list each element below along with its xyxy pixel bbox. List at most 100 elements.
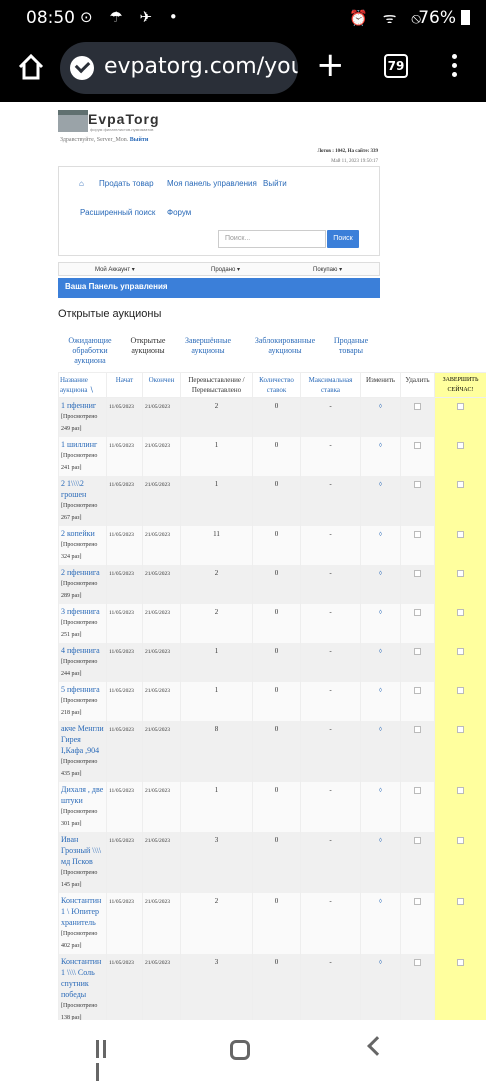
end-now-checkbox[interactable] [457, 570, 464, 577]
auction-title-link[interactable]: акче Менгли Гирея I,Кафа ,904 [61, 723, 104, 756]
subtab-pending[interactable]: Ожидающие обработки аукциона [64, 336, 116, 366]
nav-sell[interactable]: Продать товар [99, 179, 154, 188]
delete-checkbox[interactable] [414, 442, 421, 449]
delete-checkbox[interactable] [414, 481, 421, 488]
home-button-icon[interactable] [230, 1040, 250, 1060]
end-now-checkbox[interactable] [457, 609, 464, 616]
subtab-open[interactable]: Открытые аукционы [126, 336, 170, 356]
end-now-checkbox[interactable] [457, 898, 464, 905]
edit-icon[interactable]: ◊ [379, 649, 382, 655]
edit-icon[interactable]: ◊ [379, 788, 382, 794]
auction-title-link[interactable]: 2 пфеннига [61, 567, 104, 578]
delete-checkbox[interactable] [414, 531, 421, 538]
address-bar[interactable]: evpatorg.com/yourau [60, 42, 298, 94]
nav-logout[interactable]: Выйти [263, 179, 287, 188]
delete-checkbox[interactable] [414, 687, 421, 694]
max-bid: - [329, 647, 331, 655]
new-tab-icon[interactable]: + [316, 50, 345, 80]
edit-icon[interactable]: ◊ [379, 482, 382, 488]
bid-count: 0 [275, 686, 279, 694]
col-max-bid[interactable]: Максимальная ставка [301, 373, 361, 398]
auction-title-link[interactable]: Иван Грозный \\\\ мд Псков [61, 834, 104, 867]
max-bid: - [329, 725, 331, 733]
subtab-blocked[interactable]: Заблокированные аукционы [246, 336, 324, 356]
more-options-icon[interactable] [452, 54, 458, 81]
edit-icon[interactable]: ◊ [379, 727, 382, 733]
end-now-checkbox[interactable] [457, 837, 464, 844]
auction-title-link[interactable]: Дихаля , две штуки [61, 784, 104, 806]
end-now-checkbox[interactable] [457, 959, 464, 966]
end-now-checkbox[interactable] [457, 787, 464, 794]
table-row: 5 пфеннига[Просмотрено 218 раз]11/05/202… [59, 682, 486, 721]
home-nav-icon[interactable]: ⌂ [79, 179, 84, 188]
table-row: 2 копейки[Просмотрено 324 раз]11/05/2023… [59, 526, 486, 565]
end-now-checkbox[interactable] [457, 648, 464, 655]
table-row: Константин 1 \\\\ Соль спутник победы[Пр… [59, 954, 486, 1020]
tab-switcher-button[interactable]: 79 [384, 54, 408, 78]
delete-checkbox[interactable] [414, 837, 421, 844]
end-now-checkbox[interactable] [457, 726, 464, 733]
start-date: 11/05/2023 [109, 610, 134, 616]
table-row: 2 1\\\\2 грошен[Просмотрено 267 раз]11/0… [59, 476, 486, 526]
search-input[interactable]: Поиск... [218, 230, 326, 248]
site-logo[interactable]: EvpaTorg форум филателистов-нумизматов [58, 108, 178, 134]
edit-icon[interactable]: ◊ [379, 899, 382, 905]
auction-title-link[interactable]: 1 шиллинг [61, 439, 104, 450]
nav-advanced-search[interactable]: Расширенный поиск [80, 208, 155, 217]
delete-checkbox[interactable] [414, 570, 421, 577]
nav-panel[interactable]: Моя панель управления [167, 179, 257, 188]
edit-icon[interactable]: ◊ [379, 610, 382, 616]
edit-icon[interactable]: ◊ [379, 688, 382, 694]
delete-checkbox[interactable] [414, 403, 421, 410]
start-date: 11/05/2023 [109, 899, 134, 905]
search-button[interactable]: Поиск [327, 230, 359, 248]
auction-title-link[interactable]: Константин 1 \\\\ Соль спутник победы [61, 956, 104, 1000]
end-now-checkbox[interactable] [457, 687, 464, 694]
tab-sold[interactable]: Продано ▾ [211, 266, 240, 273]
auction-title-link[interactable]: 2 1\\\\2 грошен [61, 478, 104, 500]
auction-title-link[interactable]: 2 копейки [61, 528, 104, 539]
edit-icon[interactable]: ◊ [379, 532, 382, 538]
table-row: акче Менгли Гирея I,Кафа ,904[Просмотрен… [59, 721, 486, 782]
end-now-checkbox[interactable] [457, 481, 464, 488]
url-text: evpatorg.com/yourau [104, 54, 298, 79]
edit-icon[interactable]: ◊ [379, 960, 382, 966]
auction-title-link[interactable]: 3 пфеннига [61, 606, 104, 617]
delete-checkbox[interactable] [414, 648, 421, 655]
subtab-sold[interactable]: Проданые товары [330, 336, 372, 356]
col-bids[interactable]: Количество ставок [253, 373, 301, 398]
col-name[interactable]: Название аукциона ∖ [59, 373, 107, 398]
recent-apps-icon[interactable] [96, 1040, 114, 1058]
start-date: 11/05/2023 [109, 649, 134, 655]
view-count: [Просмотрено 267 раз] [61, 503, 97, 521]
auction-title-link[interactable]: 1 пфенниг [61, 400, 104, 411]
end-now-checkbox[interactable] [457, 442, 464, 449]
delete-checkbox[interactable] [414, 609, 421, 616]
start-date: 11/05/2023 [109, 727, 134, 733]
nav-forum[interactable]: Форум [167, 208, 191, 217]
tab-bought[interactable]: Покупаю ▾ [313, 266, 342, 273]
subtab-finished[interactable]: Завершённые аукционы [182, 336, 234, 356]
delete-checkbox[interactable] [414, 959, 421, 966]
delete-checkbox[interactable] [414, 898, 421, 905]
edit-icon[interactable]: ◊ [379, 571, 382, 577]
logout-link-top[interactable]: Выйти [130, 137, 149, 143]
edit-icon[interactable]: ◊ [379, 443, 382, 449]
delete-checkbox[interactable] [414, 787, 421, 794]
auction-title-link[interactable]: 5 пфеннига [61, 684, 104, 695]
edit-icon[interactable]: ◊ [379, 838, 382, 844]
end-now-checkbox[interactable] [457, 403, 464, 410]
back-icon[interactable] [367, 1036, 387, 1056]
tab-account[interactable]: Мой Аккаунт ▾ [95, 266, 135, 273]
auction-title-link[interactable]: Константин 1 \ Юпитер хранитель [61, 895, 104, 928]
end-date: 21/05/2023 [145, 960, 170, 966]
home-icon[interactable] [16, 52, 46, 82]
auction-title-link[interactable]: 4 пфеннига [61, 645, 104, 656]
delete-checkbox[interactable] [414, 726, 421, 733]
end-now-checkbox[interactable] [457, 531, 464, 538]
col-end[interactable]: Окончен [143, 373, 181, 398]
battery-level: 76% [418, 8, 456, 28]
edit-icon[interactable]: ◊ [379, 404, 382, 410]
col-start[interactable]: Начат [107, 373, 143, 398]
browser-toolbar: evpatorg.com/yourau + 79 [0, 36, 486, 102]
